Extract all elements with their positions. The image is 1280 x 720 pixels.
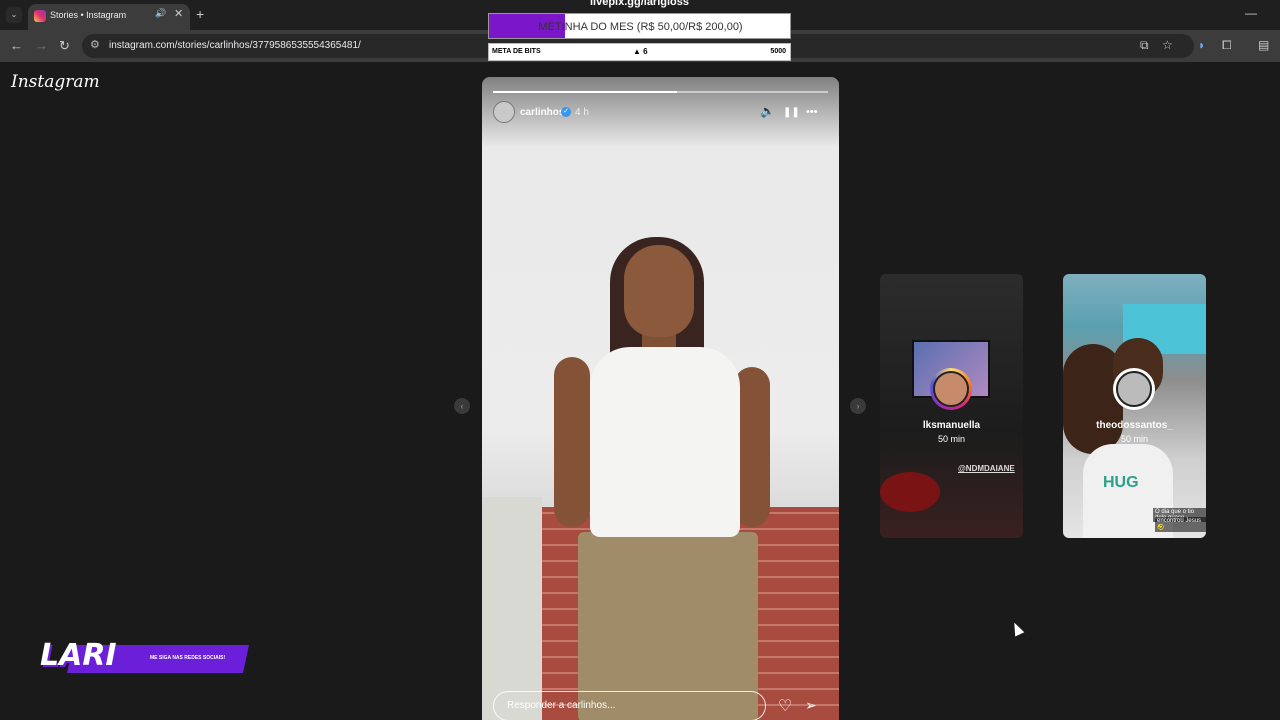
- card-shirt-logo: HUG: [1103, 474, 1139, 491]
- extensions-puzzle-icon[interactable]: ⧠: [1222, 38, 1232, 53]
- story-progress-fill: [493, 91, 678, 93]
- tab-close-icon[interactable]: ✕: [174, 7, 183, 20]
- bits-goal-bar: META DE BITS ▲ 6 5000: [488, 43, 791, 61]
- instagram-favicon-icon: [34, 10, 46, 22]
- card-red-chair: [880, 472, 940, 512]
- story-card-lksmanuella[interactable]: lksmanuella 50 min @NDMDAIANE: [880, 274, 1023, 538]
- bits-goal-label: META DE BITS: [492, 48, 541, 55]
- site-info-icon[interactable]: ⚙: [90, 38, 100, 51]
- bookmark-star-icon[interactable]: ☆: [1162, 38, 1173, 52]
- card-caption-line2: encontrou Jesus 🤣: [1155, 517, 1206, 532]
- next-story-arrow-icon[interactable]: ›: [850, 398, 866, 414]
- new-tab-button[interactable]: +: [196, 6, 204, 22]
- monthly-goal-text: METINHA DO MES (R$ 50,00/R$ 200,00): [538, 21, 743, 33]
- bits-count: 6: [643, 47, 648, 56]
- back-button[interactable]: ←: [10, 38, 23, 53]
- card-time: 50 min: [937, 434, 965, 444]
- tab-title: Stories • Instagram: [50, 10, 127, 20]
- livepix-url: livepix.gg/larigloss: [589, 0, 690, 8]
- share-send-icon[interactable]: ➢: [805, 697, 817, 714]
- story-table: [482, 497, 542, 720]
- tab-search-button[interactable]: ⌄: [6, 7, 22, 23]
- story-viewer[interactable]: carlinhos ✓ 4 h 🔈 ❚❚ ••• Responder a car…: [482, 77, 839, 720]
- like-heart-icon[interactable]: ♡: [778, 696, 792, 716]
- streamer-name: LARI: [40, 638, 117, 673]
- side-panel-icon[interactable]: ▤: [1258, 38, 1269, 52]
- pause-icon[interactable]: ❚❚: [783, 107, 800, 118]
- mouse-cursor-icon: [1009, 620, 1025, 637]
- card-username: lksmanuella: [922, 420, 981, 431]
- window-minimize-button[interactable]: —: [1245, 6, 1257, 20]
- verified-badge-icon: ✓: [561, 107, 571, 117]
- browser-tab-active[interactable]: Stories • Instagram 🔊 ✕: [28, 4, 190, 30]
- reply-placeholder: Responder a carlinhos...: [507, 700, 616, 711]
- previous-story-arrow-icon[interactable]: ‹: [454, 398, 470, 414]
- open-in-app-icon[interactable]: ⧉: [1140, 38, 1149, 53]
- extension-icon[interactable]: ◗: [1198, 38, 1205, 52]
- story-card-theodossantos[interactable]: HUG theodossantos_ 50 min O dia que o ti…: [1063, 274, 1206, 538]
- reload-button[interactable]: ↻: [59, 38, 70, 54]
- more-options-icon[interactable]: •••: [806, 106, 818, 118]
- instagram-logo[interactable]: Instagram: [11, 72, 100, 92]
- story-person-top: [590, 347, 740, 537]
- reply-input[interactable]: Responder a carlinhos...: [493, 691, 766, 720]
- card-time: 50 min: [1120, 434, 1148, 444]
- forward-button[interactable]: →: [35, 38, 48, 53]
- story-timestamp: 4 h: [575, 107, 589, 118]
- card-mention-tag: @NDMDAIANE: [958, 464, 1015, 473]
- story-person-arm-left: [554, 357, 590, 527]
- card-avatar-ring: [1113, 368, 1155, 410]
- card-avatar-ring: [930, 368, 972, 410]
- story-username[interactable]: carlinhos: [520, 107, 564, 118]
- tab-audio-icon[interactable]: 🔊: [155, 8, 166, 19]
- streamer-banner: LARI ME SIGA NAS REDES SOCIAIS!: [40, 638, 249, 678]
- bits-goal-value: ▲ 6: [633, 47, 648, 56]
- avatar[interactable]: [493, 101, 515, 123]
- url-text[interactable]: instagram.com/stories/carlinhos/37795865…: [109, 40, 361, 51]
- streamer-social-text: ME SIGA NAS REDES SOCIAIS!: [150, 655, 226, 661]
- story-person-face: [624, 245, 694, 337]
- card-username: theodossantos_: [1096, 420, 1173, 431]
- monthly-goal-bar: METINHA DO MES (R$ 50,00/R$ 200,00): [488, 13, 791, 39]
- mute-icon[interactable]: 🔈: [760, 104, 775, 118]
- bits-goal-target: 5000: [770, 48, 786, 55]
